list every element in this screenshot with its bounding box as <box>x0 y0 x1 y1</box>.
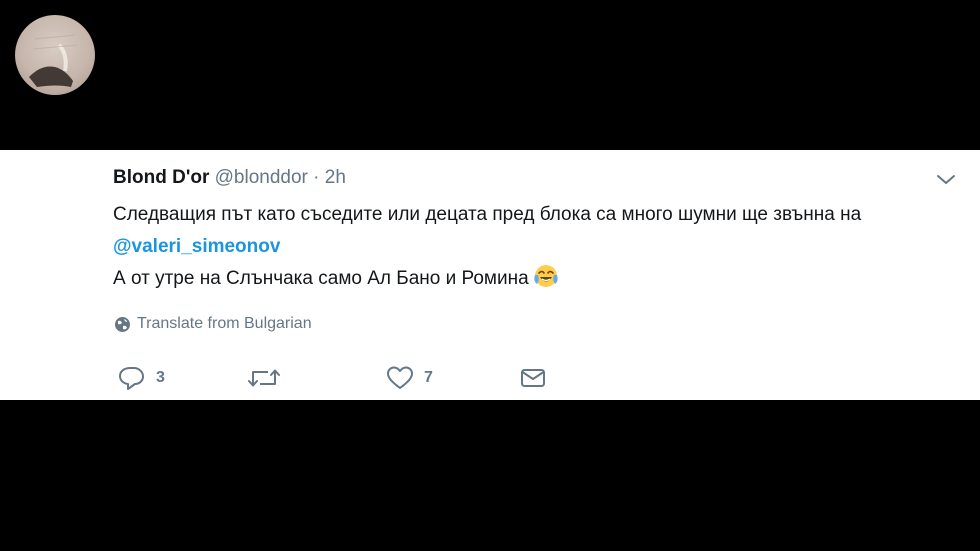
tweet-text-part1: Следващия път като съседите или децата п… <box>113 204 862 225</box>
avatar-image <box>29 34 78 87</box>
display-name[interactable]: Blond D'or <box>113 167 209 188</box>
chevron-down-icon[interactable] <box>933 170 959 190</box>
retweet-button[interactable] <box>247 364 291 392</box>
reply-icon <box>119 367 144 390</box>
mention-link[interactable]: @valeri_simeonov <box>113 236 280 257</box>
tweet-text-line1: Следващия път като съседите или децата п… <box>113 199 923 263</box>
reply-count: 3 <box>156 369 165 386</box>
translate-label[interactable]: Translate from Bulgarian <box>137 313 312 335</box>
tweet-header: Blond D'or @blonddor · 2h <box>113 166 346 190</box>
globe-icon <box>115 316 130 332</box>
retweet-icon <box>248 369 280 387</box>
tweet-text-line2: А от утре на Слънчака само Ал Бано и Ром… <box>113 263 923 300</box>
heart-icon <box>387 366 413 389</box>
direct-message-button[interactable] <box>519 364 547 392</box>
face-with-tears-of-joy-icon <box>533 263 559 300</box>
tweet-text-part2: А от утре на Слънчака само Ал Бано и Ром… <box>113 268 529 289</box>
envelope-icon <box>521 369 545 387</box>
timestamp[interactable]: 2h <box>325 167 346 188</box>
separator-dot: · <box>313 167 320 188</box>
like-count: 7 <box>424 369 433 386</box>
reply-button[interactable]: 3 <box>118 364 165 392</box>
like-button[interactable]: 7 <box>386 364 433 392</box>
tweet-text: Следващия път като съседите или децата п… <box>113 199 923 300</box>
user-handle[interactable]: @blonddor <box>215 167 308 188</box>
avatar[interactable] <box>15 15 95 95</box>
translate-link[interactable]: Translate from Bulgarian <box>114 313 312 335</box>
